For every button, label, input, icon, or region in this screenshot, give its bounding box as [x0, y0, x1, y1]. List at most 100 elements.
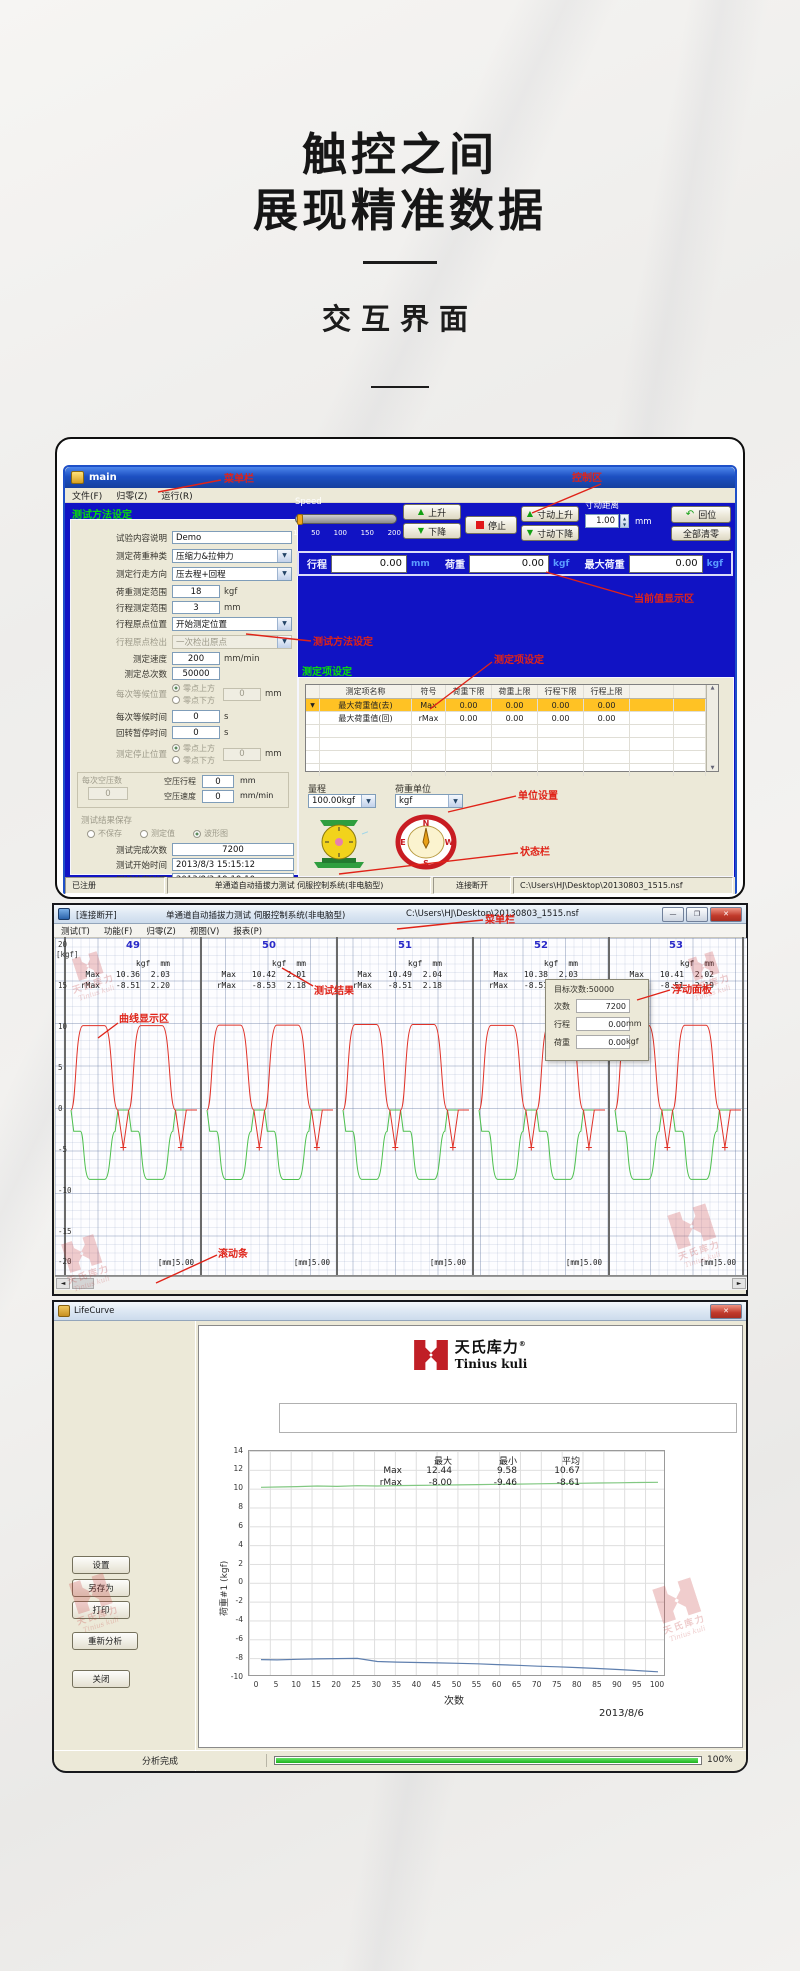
scroll-left-icon[interactable]: ◄ [56, 1278, 70, 1289]
scroll-thumb[interactable] [72, 1278, 94, 1289]
jog-distance-input[interactable] [585, 514, 619, 528]
field-wait-pos: 每次等候位置 零点上方 零点下方 mm [79, 682, 297, 706]
hero-title-line2: 展现精准数据 [0, 174, 800, 239]
annotation-menubar-2: 菜单栏 [485, 911, 515, 926]
menu-function[interactable]: 功能(F) [97, 925, 140, 937]
clear-all-button[interactable]: 全部清零 [671, 526, 731, 541]
chevron-down-icon[interactable]: ▼ [361, 795, 375, 807]
menu-zero[interactable]: 归零(Z) [109, 489, 154, 502]
desc-input[interactable] [172, 531, 292, 544]
air-stroke-input[interactable] [202, 775, 234, 788]
menu-run[interactable]: 运行(R) [154, 489, 199, 502]
x-tick: 20 [327, 1680, 345, 1689]
chevron-down-icon: ▼ [277, 636, 291, 648]
titlebar: LifeCurve ✕ [54, 1302, 746, 1321]
load-type-select[interactable]: 压缩力&拉伸力▼ [172, 549, 292, 563]
reanalyze-button[interactable]: 重新分析 [72, 1632, 138, 1650]
analysis-status: 分析完成 [54, 1754, 267, 1767]
jog-up-button[interactable]: ▲寸动上升 [521, 506, 579, 522]
table-row[interactable]: ▼ 最大荷重值(去) Max 0.00 0.00 0.00 0.00 [306, 699, 706, 712]
chevron-down-icon[interactable]: ▼ [277, 618, 291, 630]
annotation-curve-area: 曲线显示区 [119, 1010, 169, 1025]
menu-test[interactable]: 测试(T) [54, 925, 97, 937]
field-load-type: 测定荷重种类 压缩力&拉伸力▼ [79, 548, 297, 563]
description-box[interactable] [279, 1403, 737, 1433]
slider-thumb[interactable] [297, 514, 303, 525]
stroke-range-input[interactable] [172, 601, 220, 614]
settings-button[interactable]: 设置 [72, 1556, 130, 1574]
maximize-button[interactable]: ❐ [686, 907, 708, 922]
svg-text:N: N [423, 819, 430, 828]
stroke-value: 0.00 [576, 1017, 630, 1031]
stop-pos-input [223, 748, 261, 761]
annotation-current-values: 当前值显示区 [634, 590, 694, 605]
home-button[interactable]: ↶回位 [671, 506, 731, 523]
menu-zero[interactable]: 归零(Z) [139, 925, 182, 937]
x-tick: 85 [588, 1680, 606, 1689]
total-count-input[interactable] [172, 667, 220, 680]
jog-down-button[interactable]: ▼寸动下降 [521, 525, 579, 541]
table-header: 测定项名称 符号 荷重下限 荷重上限 行程下限 行程上限 [306, 685, 706, 699]
x-tick: 100 [648, 1680, 666, 1689]
load-unit-select[interactable]: kgf▼ [395, 794, 463, 808]
floating-panel[interactable]: 目标次数:50000 次数 7200 行程 0.00 mm 荷重 0.00 kg… [545, 979, 649, 1061]
svg-text:E: E [400, 838, 405, 847]
method-settings-panel: 试验内容说明 测定荷重种类 压缩力&拉伸力▼ 测定行走方向 压去程+回程▼ 荷重… [70, 519, 298, 875]
statusbar: 已注册 单通道自动插拔力测试 伺服控制系统(非电脑型) 连接断开 C:\User… [65, 877, 735, 894]
x-tick: 30 [367, 1680, 385, 1689]
up-arrow-icon: ▲ [418, 508, 424, 516]
x-axis-label: 次数 [444, 1692, 464, 1707]
close-button[interactable]: ✕ [710, 907, 742, 922]
field-speed: 测定速度 mm/min [79, 651, 297, 666]
origin-pos-select[interactable]: 开始测定位置▼ [172, 617, 292, 631]
target-count-label: 目标次数:50000 [554, 984, 614, 995]
y-tick: -6 [221, 1634, 243, 1643]
speed-input[interactable] [172, 652, 220, 665]
down-button[interactable]: ▼下降 [403, 523, 461, 539]
speed-slider[interactable] [295, 514, 397, 524]
y-tick: 8 [221, 1502, 243, 1511]
minimize-button[interactable]: — [662, 907, 684, 922]
chevron-down-icon[interactable]: ▼ [448, 795, 462, 807]
chevron-down-icon[interactable]: ▼ [277, 550, 291, 562]
close-button[interactable]: ✕ [710, 1304, 742, 1319]
waveform-chart [339, 947, 473, 1273]
jog-unit: mm [635, 517, 652, 527]
print-button[interactable]: 打印 [72, 1601, 130, 1619]
field-total-count: 测定总次数 [79, 666, 297, 681]
range-select[interactable]: 100.00kgf▼ [308, 794, 376, 808]
scroll-right-icon[interactable]: ► [732, 1278, 746, 1289]
air-speed-input[interactable] [202, 790, 234, 803]
cycle-panel-49: 49 kgfmm Max10.362.03 rMax-8.512.20 [mm]… [64, 937, 200, 1275]
menu-file[interactable]: 文件(F) [65, 489, 109, 502]
progress-track [274, 1756, 702, 1765]
life-chart-series [249, 1451, 666, 1677]
scale-clipart [310, 814, 368, 870]
stop-button[interactable]: 停止 [465, 516, 517, 534]
up-arrow-icon[interactable]: ▲ [711, 685, 715, 691]
pause-time-input[interactable] [172, 726, 220, 739]
menu-report[interactable]: 报表(P) [226, 925, 269, 937]
divider [363, 261, 437, 264]
spinner[interactable]: ▲▼ [620, 514, 629, 528]
table-scrollbar[interactable]: ▲▼ [706, 685, 718, 771]
x-tick: 10 [287, 1680, 305, 1689]
save-as-button[interactable]: 另存为 [72, 1579, 130, 1597]
horizontal-scrollbar[interactable]: ◄ ► [55, 1276, 747, 1290]
app-icon [58, 1305, 70, 1317]
load-range-input[interactable] [172, 585, 220, 598]
close-report-button[interactable]: 关闭 [72, 1670, 130, 1688]
direction-select[interactable]: 压去程+回程▼ [172, 567, 292, 581]
down-arrow-icon[interactable]: ▼ [711, 765, 715, 771]
up-button[interactable]: ▲上升 [403, 504, 461, 520]
chevron-down-icon[interactable]: ▼ [277, 568, 291, 580]
report-date: 2013/8/6 [599, 1708, 644, 1719]
wait-time-input[interactable] [172, 710, 220, 723]
hero-subtitle: 交互界面 [0, 296, 800, 338]
table-row [306, 751, 706, 764]
table-row[interactable]: 最大荷重值(回) rMax 0.00 0.00 0.00 0.00 [306, 712, 706, 725]
x-tick: 35 [387, 1680, 405, 1689]
statusbar: 分析完成 100% [54, 1750, 746, 1770]
menu-view[interactable]: 视图(V) [183, 925, 226, 937]
x-tick: 25 [347, 1680, 365, 1689]
